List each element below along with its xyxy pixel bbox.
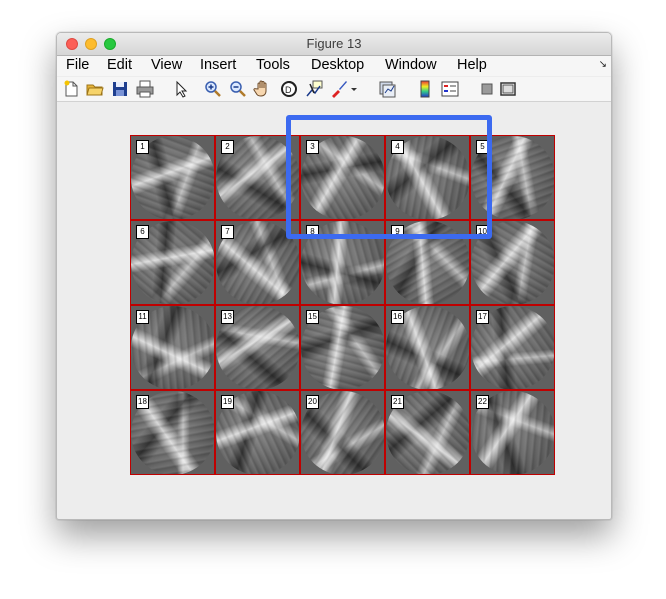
- brush-icon[interactable]: [329, 79, 349, 99]
- menu-bar: File Edit View Insert Tools Desktop Wind…: [57, 56, 611, 76]
- brush-dropdown-icon[interactable]: [349, 79, 359, 99]
- montage-tile: 16: [385, 305, 470, 390]
- montage-tile: 5: [470, 135, 555, 220]
- print-icon[interactable]: [135, 79, 155, 99]
- hide-plot-tools-icon[interactable]: [477, 79, 497, 99]
- pan-hand-icon[interactable]: [253, 79, 273, 99]
- tile-number-label: 20: [306, 395, 319, 409]
- tile-number-label: 17: [476, 310, 489, 324]
- montage-tile: 2: [215, 135, 300, 220]
- figure-window: Figure 13 File Edit View Insert Tools De…: [56, 32, 612, 520]
- tile-number-label: 6: [136, 225, 149, 239]
- tile-number-label: 5: [476, 140, 489, 154]
- image-montage: 1 2 3 4 5 6 7 8 9 10 11 13 15 16 17 18 1…: [130, 135, 555, 475]
- montage-tile: 21: [385, 390, 470, 475]
- montage-tile: 3: [300, 135, 385, 220]
- montage-tile: 17: [470, 305, 555, 390]
- tile-number-label: 11: [136, 310, 149, 324]
- tile-number-label: 15: [306, 310, 319, 324]
- link-plot-icon[interactable]: [377, 79, 397, 99]
- title-bar[interactable]: Figure 13: [57, 33, 611, 56]
- menu-window[interactable]: Window: [385, 57, 437, 73]
- tile-number-label: 16: [391, 310, 404, 324]
- svg-text:D: D: [285, 85, 292, 95]
- montage-tile: 15: [300, 305, 385, 390]
- tile-number-label: 4: [391, 140, 404, 154]
- zoom-out-icon[interactable]: [228, 79, 248, 99]
- menu-file[interactable]: File: [66, 57, 89, 73]
- menu-view[interactable]: View: [151, 57, 182, 73]
- tile-number-label: 9: [391, 225, 404, 239]
- tile-number-label: 22: [476, 395, 489, 409]
- montage-tile: 22: [470, 390, 555, 475]
- zoom-in-icon[interactable]: [203, 79, 223, 99]
- montage-tile: 8: [300, 220, 385, 305]
- menu-tools[interactable]: Tools: [256, 57, 290, 73]
- tile-number-label: 2: [221, 140, 234, 154]
- montage-tile: 7: [215, 220, 300, 305]
- window-title: Figure 13: [306, 36, 362, 51]
- tile-number-label: 10: [476, 225, 489, 239]
- montage-tile: 9: [385, 220, 470, 305]
- rotate-3d-icon[interactable]: D: [279, 79, 299, 99]
- legend-icon[interactable]: [440, 79, 460, 99]
- menu-edit[interactable]: Edit: [107, 57, 132, 73]
- save-icon[interactable]: [110, 79, 130, 99]
- menu-desktop[interactable]: Desktop: [311, 57, 364, 73]
- tile-number-label: 19: [221, 395, 234, 409]
- tile-number-label: 13: [221, 310, 234, 324]
- tile-number-label: 1: [136, 140, 149, 154]
- tile-number-label: 7: [221, 225, 234, 239]
- menu-help[interactable]: Help: [457, 57, 487, 73]
- colorbar-icon[interactable]: [415, 79, 435, 99]
- pointer-icon[interactable]: [171, 79, 191, 99]
- montage-tile: 10: [470, 220, 555, 305]
- montage-tile: 19: [215, 390, 300, 475]
- montage-tile: 13: [215, 305, 300, 390]
- montage-tile: 4: [385, 135, 470, 220]
- montage-tile: 20: [300, 390, 385, 475]
- open-icon[interactable]: [85, 79, 105, 99]
- montage-tile: 1: [130, 135, 215, 220]
- tile-number-label: 18: [136, 395, 149, 409]
- dock-arrow-icon[interactable]: ↘: [599, 59, 607, 70]
- toolbar: D: [57, 77, 611, 102]
- data-cursor-icon[interactable]: [304, 79, 324, 99]
- show-plot-tools-icon[interactable]: [498, 79, 518, 99]
- new-figure-icon[interactable]: [61, 79, 81, 99]
- montage-tile: 18: [130, 390, 215, 475]
- montage-tile: 11: [130, 305, 215, 390]
- montage-tile: 6: [130, 220, 215, 305]
- tile-number-label: 21: [391, 395, 404, 409]
- tile-number-label: 3: [306, 140, 319, 154]
- tile-number-label: 8: [306, 225, 319, 239]
- menu-insert[interactable]: Insert: [200, 57, 236, 73]
